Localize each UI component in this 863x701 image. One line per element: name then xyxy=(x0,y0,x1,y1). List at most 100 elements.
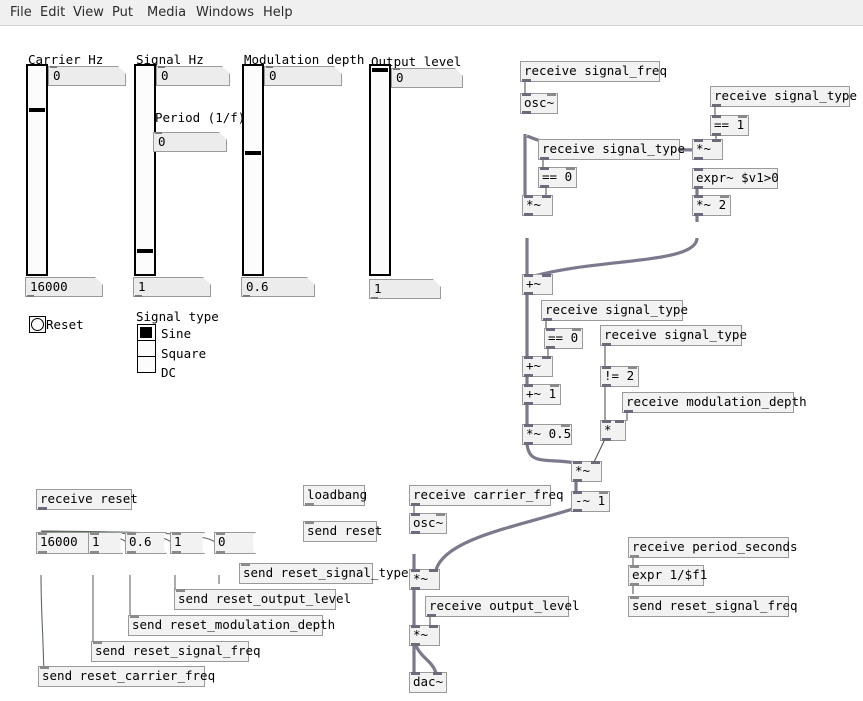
obj-send-reset-signal-freq-2[interactable]: send reset_signal_freq xyxy=(628,596,798,617)
signal-type-radio-cell-dc[interactable] xyxy=(138,357,155,373)
obj-eq-0-1-inlet-right xyxy=(566,167,575,170)
modulation-depth-number-inlet xyxy=(266,66,273,68)
obj-mult-sig-5-inlet-right xyxy=(429,625,438,628)
signal-hz-number-inlet xyxy=(158,66,165,68)
obj-send-reset-signal-freq[interactable]: send reset_signal_freq xyxy=(91,641,261,662)
obj-receive-signal-type-1[interactable]: receive signal_type xyxy=(710,86,857,107)
menu-item-windows[interactable]: Windows xyxy=(196,4,254,21)
obj-receive-signal-type-4[interactable]: receive signal_type xyxy=(600,325,747,346)
obj-receive-modulation-depth-outlet xyxy=(624,410,633,413)
output-level-slider-knob[interactable] xyxy=(372,68,388,72)
carrier-hz-readout-outlet xyxy=(27,295,34,297)
menu-item-put[interactable]: Put xyxy=(112,4,133,21)
obj-neq-2-inlet-left xyxy=(602,366,611,369)
obj-receive-reset[interactable]: receive reset xyxy=(36,489,138,510)
obj-mult-sig-2-inlet-right xyxy=(542,195,551,198)
obj-expr-1-over-f1-inlet xyxy=(630,565,639,568)
signal-hz-slider[interactable] xyxy=(134,64,156,276)
carrier-hz-slider[interactable] xyxy=(26,64,48,276)
msg-signal-type-0-inlet xyxy=(216,532,225,535)
obj-plus-sig-1const-inlet-right xyxy=(550,384,559,387)
menu-item-help[interactable]: Help xyxy=(263,4,293,21)
obj-osc-signal-inlet-right xyxy=(547,93,556,96)
label-signal-type: Signal type xyxy=(136,309,219,324)
obj-send-reset-signal-type[interactable]: send reset_signal_type xyxy=(239,563,409,584)
obj-send-reset-output-level[interactable]: send reset_output_level xyxy=(174,589,351,610)
obj-receive-signal-type-3-outlet xyxy=(543,318,552,321)
obj-osc-carrier-outlet xyxy=(411,531,420,534)
obj-minus-sig-1-inlet-right xyxy=(599,491,608,494)
obj-dac[interactable]: dac~ xyxy=(409,672,447,693)
obj-receive-period-seconds[interactable]: receive period_seconds xyxy=(628,537,798,558)
period-number[interactable]: 0 xyxy=(153,132,227,152)
carrier-hz-number[interactable]: 0 xyxy=(48,66,126,86)
carrier-hz-readout[interactable]: 16000 xyxy=(25,277,103,297)
reset-bang[interactable] xyxy=(29,316,46,333)
output-level-readout[interactable]: 1 xyxy=(369,279,441,299)
obj-plus-sig-2-outlet xyxy=(524,374,533,377)
msg-signal-freq-1-outlet xyxy=(90,551,99,554)
obj-receive-signal-type-2[interactable]: receive signal_type xyxy=(538,139,685,160)
obj-plus-sig-1-inlet-right xyxy=(542,274,551,277)
patch-canvas[interactable]: Carrier Hz Signal Hz Modulation depth Pe… xyxy=(0,26,863,701)
obj-osc-carrier-inlet-right xyxy=(436,513,445,516)
obj-plus-sig-1-outlet xyxy=(524,292,533,295)
obj-expr-v1gt0-outlet xyxy=(694,186,703,189)
menu-item-file[interactable]: File xyxy=(10,4,32,21)
obj-eq-0-1-inlet-left xyxy=(540,167,549,170)
obj-plus-sig-1-inlet-left xyxy=(524,274,533,277)
obj-receive-reset-outlet xyxy=(38,507,47,510)
signal-hz-slider-knob[interactable] xyxy=(137,249,153,253)
modulation-depth-slider-knob[interactable] xyxy=(245,151,261,155)
obj-receive-signal-type-3[interactable]: receive signal_type xyxy=(541,300,688,321)
obj-receive-signal-freq[interactable]: receive signal_freq xyxy=(520,61,667,82)
menu-item-edit[interactable]: Edit xyxy=(40,4,65,21)
output-level-slider[interactable] xyxy=(369,64,391,276)
modulation-depth-slider[interactable] xyxy=(242,64,264,276)
obj-mult-sig-3-outlet xyxy=(573,479,582,482)
obj-send-reset[interactable]: send reset xyxy=(303,521,382,542)
obj-send-reset-carrier-freq-inlet xyxy=(40,666,49,669)
signal-type-radio[interactable] xyxy=(137,324,156,373)
obj-eq-1-outlet xyxy=(712,133,721,136)
output-level-number-inlet xyxy=(393,68,400,70)
obj-neq-2-outlet xyxy=(602,384,611,387)
signal-type-radio-cell-square[interactable] xyxy=(138,341,155,357)
modulation-depth-number[interactable]: 0 xyxy=(264,66,342,86)
obj-receive-output-level[interactable]: receive output_level xyxy=(425,596,580,617)
obj-send-reset-modulation-depth[interactable]: send reset_modulation_depth xyxy=(128,615,335,636)
obj-expr-v1gt0[interactable]: expr~ $v1>0 xyxy=(692,168,779,189)
obj-receive-carrier-freq[interactable]: receive carrier_freq xyxy=(409,485,564,506)
obj-receive-signal-type-2-outlet xyxy=(540,157,549,160)
output-level-number[interactable]: 0 xyxy=(391,68,463,88)
msg-16000-outlet xyxy=(38,551,47,554)
menu-item-view[interactable]: View xyxy=(73,4,104,21)
obj-mult-sig-4-inlet-right xyxy=(429,569,438,572)
modulation-depth-readout[interactable]: 0.6 xyxy=(241,277,315,297)
carrier-hz-slider-knob[interactable] xyxy=(29,108,45,112)
signal-type-radio-cell-sine[interactable] xyxy=(138,325,155,341)
obj-mult-sig-half-outlet xyxy=(524,442,533,445)
obj-expr-1-over-f1-outlet xyxy=(630,583,639,586)
signal-hz-readout[interactable]: 1 xyxy=(133,277,211,297)
msg-modulation-depth-06-inlet xyxy=(127,532,136,535)
label-period-1f: Period (1/f) xyxy=(155,110,246,125)
obj-send-reset-signal-freq-2-inlet xyxy=(630,596,639,599)
obj-send-reset-carrier-freq[interactable]: send reset_carrier_freq xyxy=(38,666,215,687)
menu-bar: File Edit View Put Media Windows Help xyxy=(0,0,863,26)
obj-mult-sig-1-inlet-left xyxy=(694,139,703,142)
obj-expr-1-over-f1[interactable]: expr 1/$f1 xyxy=(628,565,707,586)
obj-eq-1-inlet-right xyxy=(738,115,747,118)
obj-mult-sig-2x-outlet xyxy=(694,213,703,216)
obj-receive-modulation-depth[interactable]: receive modulation_depth xyxy=(622,392,807,413)
obj-loadbang-outlet xyxy=(305,503,314,506)
obj-send-reset-signal-freq-inlet xyxy=(93,641,102,644)
obj-mult-sig-2x-inlet-right xyxy=(720,195,729,198)
obj-eq-0-2-inlet-right xyxy=(572,328,581,331)
label-reset: Reset xyxy=(46,317,84,332)
period-number-inlet xyxy=(155,132,162,134)
signal-hz-number[interactable]: 0 xyxy=(156,66,230,86)
obj-neq-2-inlet-right xyxy=(628,366,637,369)
obj-receive-carrier-freq-outlet xyxy=(411,503,420,506)
menu-item-media[interactable]: Media xyxy=(147,4,186,21)
